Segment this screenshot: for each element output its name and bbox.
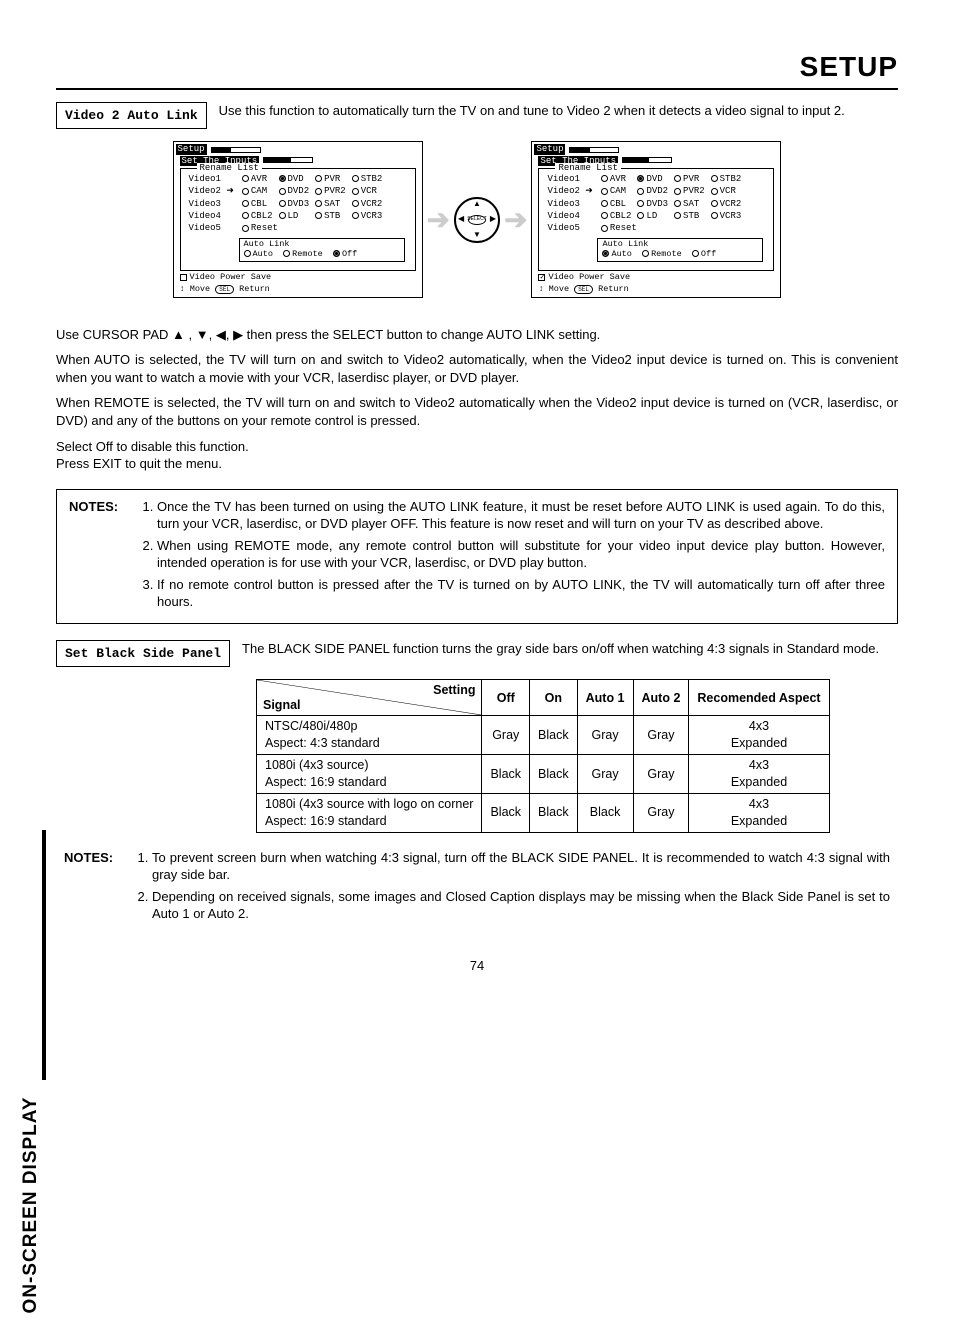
settings-table: Setting Signal Off On Auto 1 Auto 2 Reco… <box>256 679 830 832</box>
body-para: Press EXIT to quit the menu. <box>56 455 898 473</box>
table-header: Auto 1 <box>577 680 633 716</box>
table-cell: Gray <box>482 716 530 755</box>
notes-list: Once the TV has been turned on using the… <box>139 498 885 615</box>
table-header: Off <box>482 680 530 716</box>
table-cell: Gray <box>633 755 689 794</box>
table-row: NTSC/480i/480p Aspect: 4:3 standardGrayB… <box>257 716 830 755</box>
body-para: Use CURSOR PAD ▲ , ▼, ◀, ▶ then press th… <box>56 326 898 344</box>
section-label-blackside: Set Black Side Panel <box>56 640 230 668</box>
body-para: When AUTO is selected, the TV will turn … <box>56 351 898 386</box>
table-cell: Gray <box>577 755 633 794</box>
notes-item: Once the TV has been turned on using the… <box>157 498 885 533</box>
notes-item: If no remote control button is pressed a… <box>157 576 885 611</box>
notes-box: NOTES: Once the TV has been turned on us… <box>56 489 898 624</box>
side-tab: ON-SCREEN DISPLAY <box>18 830 46 1080</box>
notes-label: NOTES: <box>69 498 129 615</box>
table-cell: 1080i (4x3 source with logo on corner As… <box>257 793 482 832</box>
table-cell: NTSC/480i/480p Aspect: 4:3 standard <box>257 716 482 755</box>
table-header: On <box>530 680 578 716</box>
section-intro: The BLACK SIDE PANEL function turns the … <box>242 640 898 658</box>
osd-panel: Setup Set The Inputs Rename List Video1A… <box>173 141 423 297</box>
arrow-right-icon: ➔ <box>427 201 450 239</box>
table-header-split: Setting Signal <box>257 680 482 716</box>
table-header: Recomended Aspect <box>689 680 829 716</box>
osd-panel: Setup Set The Inputs Rename List Video1A… <box>531 141 781 297</box>
table-header: Auto 2 <box>633 680 689 716</box>
section-intro: Use this function to automatically turn … <box>219 102 898 120</box>
page-title: SETUP <box>56 48 898 90</box>
notes-label: NOTES: <box>64 849 124 927</box>
table-cell: Black <box>482 755 530 794</box>
notes-item: Depending on received signals, some imag… <box>152 888 890 923</box>
page-number: 74 <box>56 957 898 975</box>
table-cell: Gray <box>577 716 633 755</box>
notes-item: To prevent screen burn when watching 4:3… <box>152 849 890 884</box>
table-cell: Gray <box>633 793 689 832</box>
table-cell: Black <box>530 793 578 832</box>
section-label-autolink: Video 2 Auto Link <box>56 102 207 130</box>
body-para: When REMOTE is selected, the TV will tur… <box>56 394 898 429</box>
notes-list: To prevent screen burn when watching 4:3… <box>134 849 890 927</box>
dpad-icon: ▲▼◀▶ SELECT <box>454 197 500 243</box>
table-row: 1080i (4x3 source) Aspect: 16:9 standard… <box>257 755 830 794</box>
table-cell: Black <box>482 793 530 832</box>
table-row: 1080i (4x3 source with logo on corner As… <box>257 793 830 832</box>
table-cell: Black <box>577 793 633 832</box>
table-cell: Black <box>530 755 578 794</box>
table-cell: 4x3 Expanded <box>689 755 829 794</box>
table-cell: Black <box>530 716 578 755</box>
table-cell: Gray <box>633 716 689 755</box>
notes-item: When using REMOTE mode, any remote contr… <box>157 537 885 572</box>
body-para: Select Off to disable this function. <box>56 438 898 456</box>
arrow-right-icon: ➔ <box>504 201 527 239</box>
notes-box: NOTES: To prevent screen burn when watch… <box>56 849 898 927</box>
table-cell: 4x3 Expanded <box>689 793 829 832</box>
osd-row: Setup Set The Inputs Rename List Video1A… <box>56 141 898 297</box>
table-cell: 4x3 Expanded <box>689 716 829 755</box>
table-cell: 1080i (4x3 source) Aspect: 16:9 standard <box>257 755 482 794</box>
